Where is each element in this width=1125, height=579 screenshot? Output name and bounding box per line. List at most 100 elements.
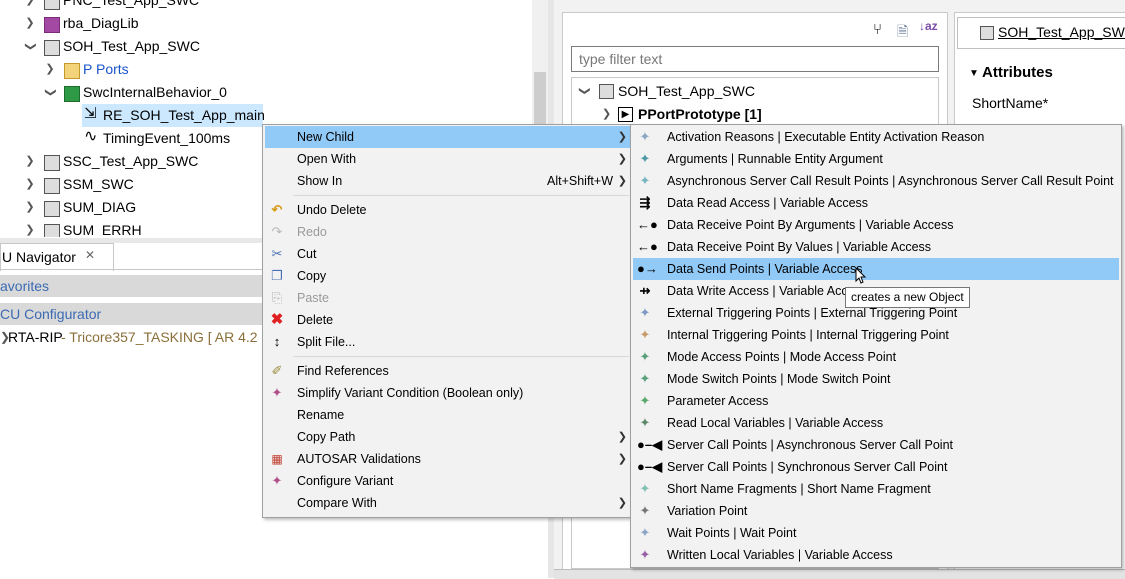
collapse-icon[interactable]: ▼ — [969, 68, 979, 79]
submenu-item[interactable]: ●–◀ Server Call Points | Synchronous Ser… — [633, 456, 1119, 478]
component-icon — [599, 84, 614, 99]
outline-child-row[interactable]: ❯ ▶ PPortPrototype [1] — [572, 103, 932, 125]
menu-item-redo[interactable]: ↷ Redo — [265, 221, 631, 243]
chevron-right-icon[interactable]: ❯ — [24, 12, 36, 35]
menu-item-undo-delete[interactable]: ↶ Undo Delete — [265, 199, 631, 221]
submenu-item[interactable]: ✦ Arguments | Runnable Entity Argument — [633, 148, 1119, 170]
menu-item-compare-with[interactable]: Compare With ❯ — [265, 492, 631, 514]
element-icon: ✦ — [639, 349, 651, 364]
menu-item-label: AUTOSAR Validations — [297, 452, 421, 466]
chevron-right-icon[interactable]: ❯ — [24, 150, 36, 173]
component-icon — [44, 224, 60, 237]
chevron-down-icon[interactable]: ❯ — [574, 86, 596, 95]
menu-item-show-in[interactable]: Show In Alt+Shift+W ❯ — [265, 170, 631, 192]
chevron-right-icon: ❯ — [617, 131, 627, 143]
submenu-item[interactable]: ✦ Written Local Variables | Variable Acc… — [633, 544, 1119, 566]
tree-item-label: TimingEvent_100ms — [103, 130, 231, 146]
submenu-item[interactable]: ✦ Internal Triggering Points | Internal … — [633, 324, 1119, 346]
menu-item-copy-path[interactable]: Copy Path ❯ — [265, 426, 631, 448]
server-call-icon: ●–◀ — [637, 437, 663, 452]
submenu-item-label: Asynchronous Server Call Result Points |… — [667, 174, 1114, 188]
menu-item-rename[interactable]: Rename — [265, 404, 631, 426]
submenu-item[interactable]: ✦ Wait Points | Wait Point — [633, 522, 1119, 544]
tree-row[interactable]: ❯ P Ports — [0, 58, 532, 81]
menu-separator — [293, 195, 629, 196]
tree-item-label: RE_SOH_Test_App_main — [103, 107, 265, 123]
menu-item-simplify-variant[interactable]: ✦ Simplify Variant Condition (Boolean on… — [265, 382, 631, 404]
menu-item-label: Copy — [297, 269, 327, 283]
element-icon: ✦ — [639, 393, 651, 408]
attributes-header[interactable]: Attributes — [982, 64, 1053, 81]
tree-row-selected[interactable]: ⇲ RE_SOH_Test_App_main — [82, 104, 265, 127]
sort-az-icon[interactable]: ↓az — [919, 19, 938, 33]
submenu-item-label: Mode Switch Points | Mode Switch Point — [667, 372, 891, 386]
menu-item-label: Configure Variant — [297, 474, 394, 488]
tab-navigator[interactable]: U Navigator ✕ — [0, 243, 114, 271]
submenu-item[interactable]: ✦ Mode Access Points | Mode Access Point — [633, 346, 1119, 368]
submenu-item[interactable]: ←● Data Receive Point By Arguments | Var… — [633, 214, 1119, 236]
chevron-right-icon[interactable]: ❯ — [602, 103, 611, 125]
submenu-item[interactable]: ✦ Read Local Variables | Variable Access — [633, 412, 1119, 434]
menu-item-open-with[interactable]: Open With ❯ — [265, 148, 631, 170]
component-icon — [44, 201, 60, 217]
menu-item-find-references[interactable]: ✐ Find References — [265, 360, 631, 382]
submenu-item-label: Variation Point — [667, 504, 748, 518]
submenu-item[interactable]: ⇶ Data Read Access | Variable Access — [633, 192, 1119, 214]
behavior-icon — [64, 86, 80, 102]
folder-icon — [64, 63, 80, 79]
editor-title[interactable]: SOH_Test_App_SWC — [998, 24, 1125, 40]
project-name: RTA-RIP — [8, 329, 63, 345]
chevron-right-icon[interactable]: ❯ — [24, 219, 36, 237]
split-icon[interactable]: ⑂ — [873, 21, 882, 38]
menu-item-delete[interactable]: ✖ Delete — [265, 309, 631, 331]
undo-icon: ↶ — [271, 202, 283, 217]
tooltip-text: creates a new Object — [851, 290, 964, 304]
tree-row[interactable]: ∿ TimingEvent_100ms — [82, 127, 262, 150]
chevron-right-icon[interactable]: ❯ — [44, 58, 56, 81]
element-icon: ✦ — [639, 327, 651, 342]
tree-row[interactable]: ❯ SwcInternalBehavior_0 — [0, 81, 532, 104]
menu-item-cut[interactable]: ✂ Cut — [265, 243, 631, 265]
filter-input[interactable]: type filter text — [571, 46, 939, 72]
submenu-item[interactable]: ✦ Parameter Access — [633, 390, 1119, 412]
submenu-item-data-send-points[interactable]: ●→ Data Send Points | Variable Access — [633, 258, 1119, 280]
component-icon — [980, 26, 994, 40]
chevron-down-icon[interactable]: ❯ — [19, 41, 42, 53]
menu-item-label: Find References — [297, 364, 389, 378]
menu-item-autosar-validations[interactable]: ▦ AUTOSAR Validations ❯ — [265, 448, 631, 470]
submenu-item[interactable]: ✦ Variation Point — [633, 500, 1119, 522]
submenu-item[interactable]: ✦ Mode Switch Points | Mode Switch Point — [633, 368, 1119, 390]
submenu-item[interactable]: ✦ Asynchronous Server Call Result Points… — [633, 170, 1119, 192]
element-icon: ✦ — [639, 371, 651, 386]
data-read-icon: ⇶ — [639, 195, 651, 210]
menu-item-paste[interactable]: ⎘ Paste — [265, 287, 631, 309]
document-icon[interactable]: 🗎 — [897, 21, 908, 45]
scrollbar-thumb[interactable] — [534, 72, 546, 132]
tree-row[interactable]: ❯ PNC_Test_App_SWC — [0, 0, 532, 12]
menu-item-new-child[interactable]: New Child ❯ — [265, 126, 631, 148]
chevron-right-icon[interactable]: ❯ — [24, 0, 36, 12]
submenu-item[interactable]: ✦ Activation Reasons | Executable Entity… — [633, 126, 1119, 148]
outline-root-row[interactable]: ❯ SOH_Test_App_SWC — [572, 80, 932, 102]
tree-item-label: SUM_ERRH — [63, 222, 142, 237]
chevron-right-icon[interactable]: ❯ — [24, 196, 36, 219]
submenu-item-label: Data Receive Point By Values | Variable … — [667, 240, 932, 254]
tree-row[interactable]: ❯ SOH_Test_App_SWC — [0, 35, 532, 58]
menu-item-split-file[interactable]: ↕ Split File... — [265, 331, 631, 353]
menu-item-copy[interactable]: ❐ Copy — [265, 265, 631, 287]
timing-event-icon: ∿ — [84, 128, 98, 145]
menu-item-configure-variant[interactable]: ✦ Configure Variant — [265, 470, 631, 492]
submenu-item[interactable]: ●–◀ Server Call Points | Asynchronous Se… — [633, 434, 1119, 456]
chevron-right-icon[interactable]: ❯ — [24, 173, 36, 196]
context-menu: New Child ❯ Open With ❯ Show In Alt+Shif… — [262, 124, 634, 518]
data-receive-icon: ←● — [637, 239, 658, 254]
chevron-down-icon[interactable]: ❯ — [39, 87, 62, 99]
tree-row[interactable]: ❯ rba_DiagLib — [0, 12, 532, 35]
close-icon[interactable]: ✕ — [85, 248, 95, 262]
submenu-item[interactable]: ✦ Short Name Fragments | Short Name Frag… — [633, 478, 1119, 500]
submenu-item[interactable]: ←● Data Receive Point By Values | Variab… — [633, 236, 1119, 258]
submenu-item-label: Internal Triggering Points | Internal Tr… — [667, 328, 949, 342]
tooltip: creates a new Object — [845, 287, 970, 308]
copy-icon: ❐ — [271, 268, 283, 283]
menu-item-label: Cut — [297, 247, 317, 261]
